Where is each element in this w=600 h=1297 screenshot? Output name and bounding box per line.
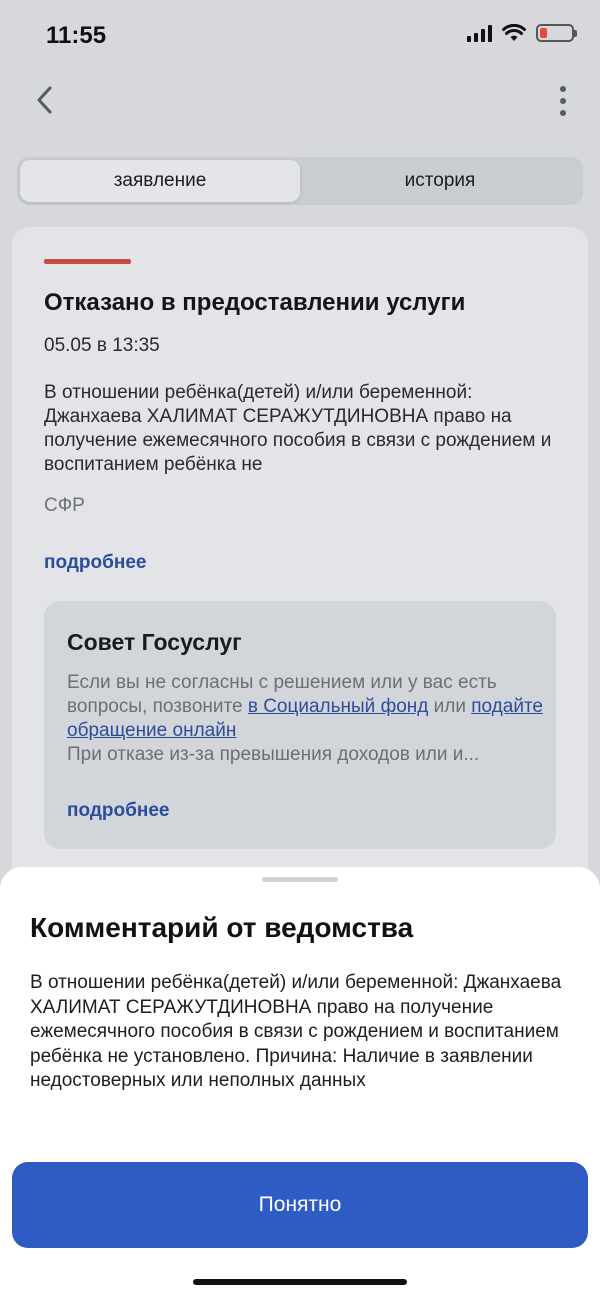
tab-application[interactable]: заявление [20, 160, 300, 202]
chevron-left-icon[interactable] [30, 82, 60, 118]
more-vertical-icon[interactable] [558, 86, 568, 116]
status-icons [467, 24, 577, 42]
status-bar: 11:55 [0, 0, 600, 70]
signal-icon [467, 24, 492, 42]
advice-details-link[interactable]: подробнее [67, 800, 169, 822]
status-text: В отношении ребёнка(детей) и/или беремен… [44, 382, 552, 475]
battery-icon [536, 24, 577, 42]
tab-history[interactable]: история [300, 160, 580, 202]
status-date: 05.05 в 13:35 [44, 335, 160, 356]
advice-text: Если вы не согласны с решением или у вас… [67, 672, 543, 765]
sheet-comment-text: В отношении ребёнка(детей) и/или беремен… [30, 972, 562, 1091]
wifi-icon [502, 24, 526, 41]
tab-bar: заявление история [17, 157, 583, 205]
sheet-drag-handle[interactable] [262, 877, 338, 882]
advice-card: Совет Госуслуг Если вы не согласны с реш… [44, 601, 556, 849]
ok-button[interactable]: Понятно [12, 1162, 588, 1248]
status-accent-line [44, 259, 131, 264]
details-link[interactable]: подробнее [44, 552, 146, 574]
sheet-title: Комментарий от ведомства [30, 912, 414, 943]
bottom-sheet: Комментарий от ведомства В отношении реб… [0, 867, 600, 1297]
status-card: Отказано в предоставлении услуги 05.05 в… [12, 227, 588, 927]
status-title: Отказано в предоставлении услуги [44, 289, 466, 316]
advice-title: Совет Госуслуг [67, 629, 242, 655]
home-indicator [193, 1279, 407, 1285]
status-time: 11:55 [46, 22, 107, 49]
social-fund-link[interactable]: в Социальный фонд [248, 696, 429, 717]
status-org: СФР [44, 495, 85, 516]
